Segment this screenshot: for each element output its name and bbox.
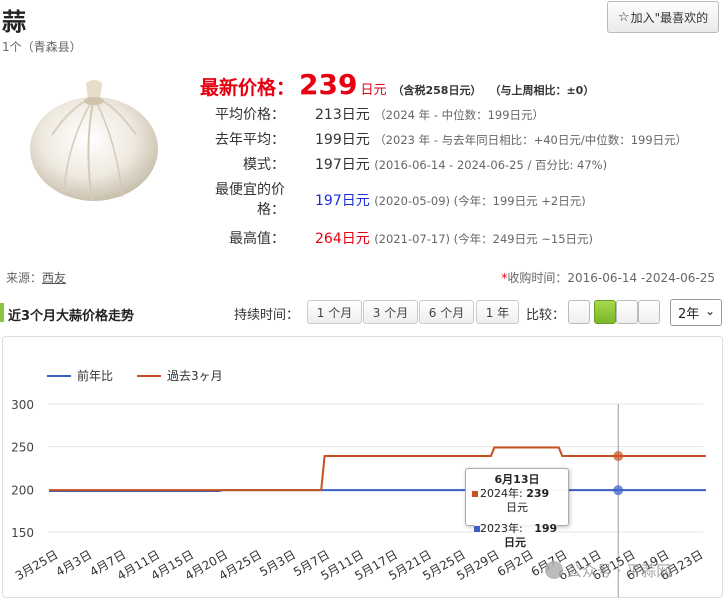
tooltip-line-1: 2024年: 239 [472,487,562,501]
compare-option-1[interactable] [568,300,590,324]
series-line-1 [49,446,706,492]
stat-note: （2023 年 - 与去年同日相比： [374,133,534,147]
stat-note-diff: ~15日元 [541,232,589,246]
collection-period: *收购时间：2016-06-14 -2024-06-25 [501,269,715,286]
garlic-image [30,80,158,201]
stat-label: 最便宜的价 格： [190,180,285,220]
latest-price-value: 239 [299,68,358,101]
latest-price-unit: 日元 [360,83,387,98]
add-favorite-label: 加入"最喜欢的 [630,10,709,25]
compare-option-3[interactable] [616,300,638,324]
stat-label: 模式： [243,157,285,173]
latest-price: 最新价格： 239 日元 （含税258日元） （与上周相比：±0） [200,68,594,101]
x-tick-label: 4月3日 [53,547,94,579]
tooltip-line1-label: 2024年: [480,487,523,500]
section-accent-bar [0,303,4,322]
tooltip-line2-value: 199 [534,522,558,535]
x-tick-label: 3月25日 [13,547,61,583]
product-subtitle: 1个（青森县） [2,40,82,54]
stat-note-diff: +40日元 [533,133,581,147]
duration-1-month-button[interactable]: 1 个月 [307,300,362,324]
tooltip-line2-unit: 日元 [504,536,526,549]
compare-label: 比较： [526,308,566,323]
stat-value-wrap: 264日元 (2021-07-17) (今年：249日元 ~15日元) [315,228,593,248]
duration-1-year-button[interactable]: 1 年 [476,300,519,324]
stat-note: /中位数：199日元） [580,133,688,147]
stat-label: 平均价格： [215,107,285,123]
source-label: 来源： [6,271,43,285]
stat-label-line1: 最便宜的价 [215,182,285,198]
legend-label: 前年比 [77,368,113,383]
latest-price-label: 最新价格： [200,77,296,99]
stat-value: 199日元 [315,132,370,148]
stat-note: (2021-07-17) (今年：249日元 [374,232,542,246]
stat-value: 213日元 [315,107,370,123]
x-tick-label: 5月3日 [257,547,298,579]
stat-label-line2: 格： [257,202,285,218]
tooltip-date: 6月13日 [494,473,540,486]
y-tick-label: 200 [11,483,34,497]
stat-value-wrap: 199日元 （2023 年 - 与去年同日相比：+40日元/中位数：199日元） [315,129,687,149]
latest-price-tax: （含税258日元） [392,84,482,97]
collection-text: 收购时间：2016-06-14 -2024-06-25 [507,271,715,285]
year-select[interactable]: 2年 ⌄ [670,299,722,326]
stat-value: 197日元 [315,157,370,173]
cursor-point-1 [613,451,624,462]
year-select-value: 2年 [678,307,700,322]
stat-note: (2020-05-09) (今年：199日元 [374,194,542,208]
y-tick-label: 300 [11,398,34,412]
stat-label: 去年平均： [215,132,285,148]
y-tick-label: 250 [11,441,34,455]
chart-tooltip: 6月13日 2024年: 239 日元 [465,468,569,526]
stat-note-diff: +2日元 [541,194,582,208]
stat-note: ) [588,232,594,246]
stat-value: 197日元 [315,193,370,209]
x-tick-label: 6月2日 [495,547,536,579]
tooltip-line-2: 2023年: 199 日元 [474,522,558,550]
stat-value-wrap: 213日元 （2024 年 - 中位数：199日元） [315,104,544,124]
star-icon: ☆ [617,9,630,25]
source-line: 来源：西友 [6,269,66,286]
series-marker [472,491,478,497]
stat-label: 最高值： [229,231,285,247]
price-chart-svg: 150200250300前年比 過去3ヶ月3月25日4月3日4月7日4月11日4月… [11,368,706,597]
stat-value: 264日元 [315,231,370,247]
stat-note: (2016-06-14 - 2024-06-25 / 百分比: 47%) [374,158,608,172]
tooltip-line1-unit: 日元 [506,501,528,514]
tooltip-line1-value: 239 [526,487,550,500]
product-title: 蒜 [2,8,26,36]
stat-note: ) [581,194,586,208]
cursor-point-0 [613,485,624,496]
duration-3-month-button[interactable]: 3 个月 [363,300,418,324]
y-tick-label: 150 [11,526,34,540]
section-title: 近3个月大蒜价格走势 [8,309,135,324]
source-link[interactable]: 西友 [42,271,66,285]
compare-option-2-selected[interactable] [594,300,616,324]
stat-value-wrap: 197日元 (2020-05-09) (今年：199日元 +2日元) [315,190,586,210]
stat-note: （2024 年 - 中位数：199日元） [374,108,545,122]
tooltip-line2-label: 2023年: [480,522,523,535]
wechat-logo-icon [545,561,563,579]
duration-label: 持续时间： [234,308,300,323]
watermark-text: 公众号 · 平蒜网 [567,562,672,580]
watermark: 公众号 · 平蒜网 [545,560,671,581]
legend-label: 過去3ヶ月 [167,369,223,383]
latest-price-weekly-compare: （与上周相比：±0） [489,84,595,97]
chevron-down-icon: ⌄ [704,304,715,318]
stat-value-wrap: 197日元 (2016-06-14 - 2024-06-25 / 百分比: 47… [315,154,607,174]
price-chart: 150 200 250 300 前年比 過去3ヶ月 3月25日 4月3日 4月7日 4月11日 4月… [2,336,723,598]
duration-6-month-button[interactable]: 6 个月 [419,300,474,324]
add-favorite-button[interactable]: ☆ 加入"最喜欢的 [607,1,719,33]
compare-option-4[interactable] [638,300,660,324]
